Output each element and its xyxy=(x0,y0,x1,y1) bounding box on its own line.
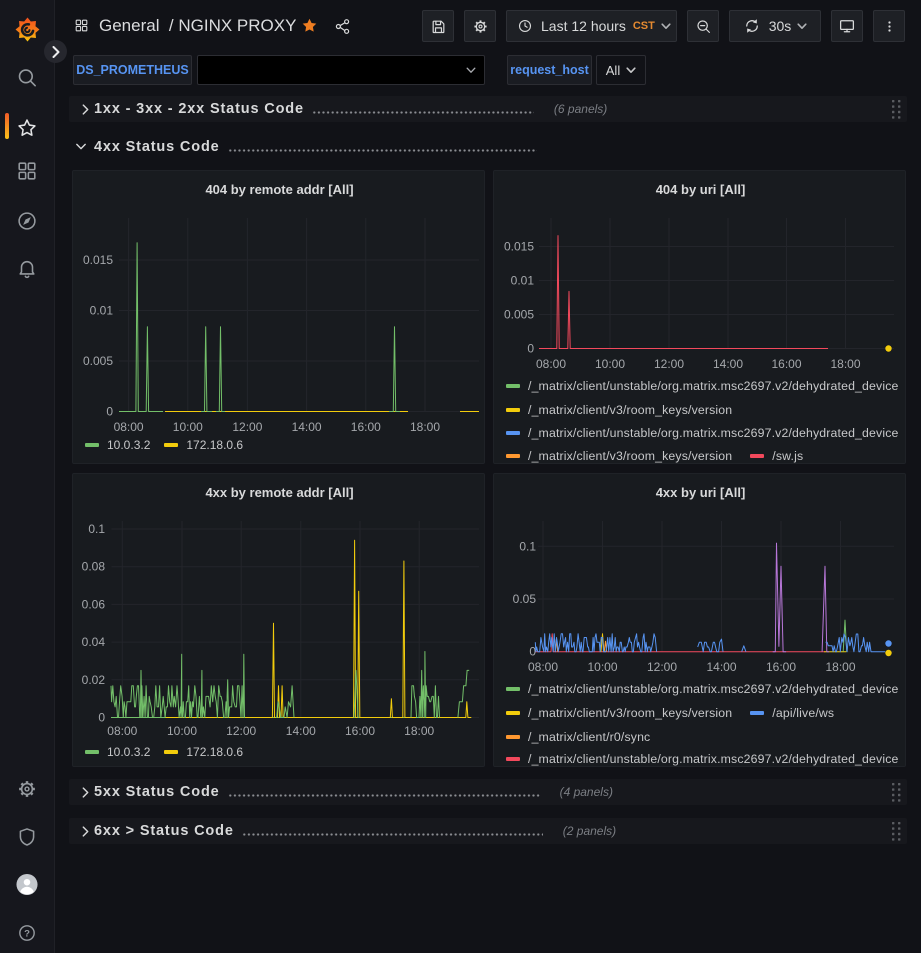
svg-text:08:00: 08:00 xyxy=(114,420,144,434)
svg-text:0.1: 0.1 xyxy=(519,539,536,553)
svg-text:0.04: 0.04 xyxy=(82,635,106,649)
svg-text:14:00: 14:00 xyxy=(286,724,316,738)
svg-text:0.06: 0.06 xyxy=(82,597,106,611)
svg-text:14:00: 14:00 xyxy=(292,420,322,434)
svg-text:12:00: 12:00 xyxy=(232,420,262,434)
svg-text:?: ? xyxy=(24,929,30,940)
svg-text:0.005: 0.005 xyxy=(83,354,113,368)
svg-text:08:00: 08:00 xyxy=(528,660,558,674)
svg-text:4xx by uri [All]: 4xx by uri [All] xyxy=(656,485,746,500)
svg-text:0.1: 0.1 xyxy=(88,522,105,536)
svg-text:4xx by remote addr [All]: 4xx by remote addr [All] xyxy=(205,485,353,500)
svg-text:0.015: 0.015 xyxy=(83,253,113,267)
svg-text:16:00: 16:00 xyxy=(771,357,801,371)
svg-text:10:00: 10:00 xyxy=(167,724,197,738)
svg-text:10:00: 10:00 xyxy=(173,420,203,434)
svg-text:0: 0 xyxy=(98,711,105,725)
svg-text:0.08: 0.08 xyxy=(82,560,106,574)
svg-text:0.015: 0.015 xyxy=(504,240,534,254)
svg-text:0: 0 xyxy=(527,342,534,356)
svg-text:18:00: 18:00 xyxy=(410,420,440,434)
svg-text:08:00: 08:00 xyxy=(536,357,566,371)
svg-text:08:00: 08:00 xyxy=(107,724,137,738)
svg-text:0: 0 xyxy=(106,405,113,419)
svg-text:0.01: 0.01 xyxy=(90,304,114,318)
svg-text:404 by remote addr [All]: 404 by remote addr [All] xyxy=(205,182,353,197)
svg-text:16:00: 16:00 xyxy=(345,724,375,738)
svg-text:16:00: 16:00 xyxy=(351,420,381,434)
svg-text:18:00: 18:00 xyxy=(830,357,860,371)
svg-text:0.05: 0.05 xyxy=(513,592,537,606)
svg-text:12:00: 12:00 xyxy=(226,724,256,738)
svg-text:10:00: 10:00 xyxy=(587,660,617,674)
svg-text:12:00: 12:00 xyxy=(647,660,677,674)
svg-text:18:00: 18:00 xyxy=(825,660,855,674)
svg-text:14:00: 14:00 xyxy=(713,357,743,371)
svg-text:10:00: 10:00 xyxy=(595,357,625,371)
svg-text:0.005: 0.005 xyxy=(504,308,534,322)
svg-text:14:00: 14:00 xyxy=(706,660,736,674)
svg-text:18:00: 18:00 xyxy=(404,724,434,738)
svg-text:0.02: 0.02 xyxy=(82,673,106,687)
svg-text:16:00: 16:00 xyxy=(766,660,796,674)
svg-text:12:00: 12:00 xyxy=(654,357,684,371)
svg-text:0.01: 0.01 xyxy=(511,274,535,288)
svg-text:404 by uri [All]: 404 by uri [All] xyxy=(656,182,746,197)
